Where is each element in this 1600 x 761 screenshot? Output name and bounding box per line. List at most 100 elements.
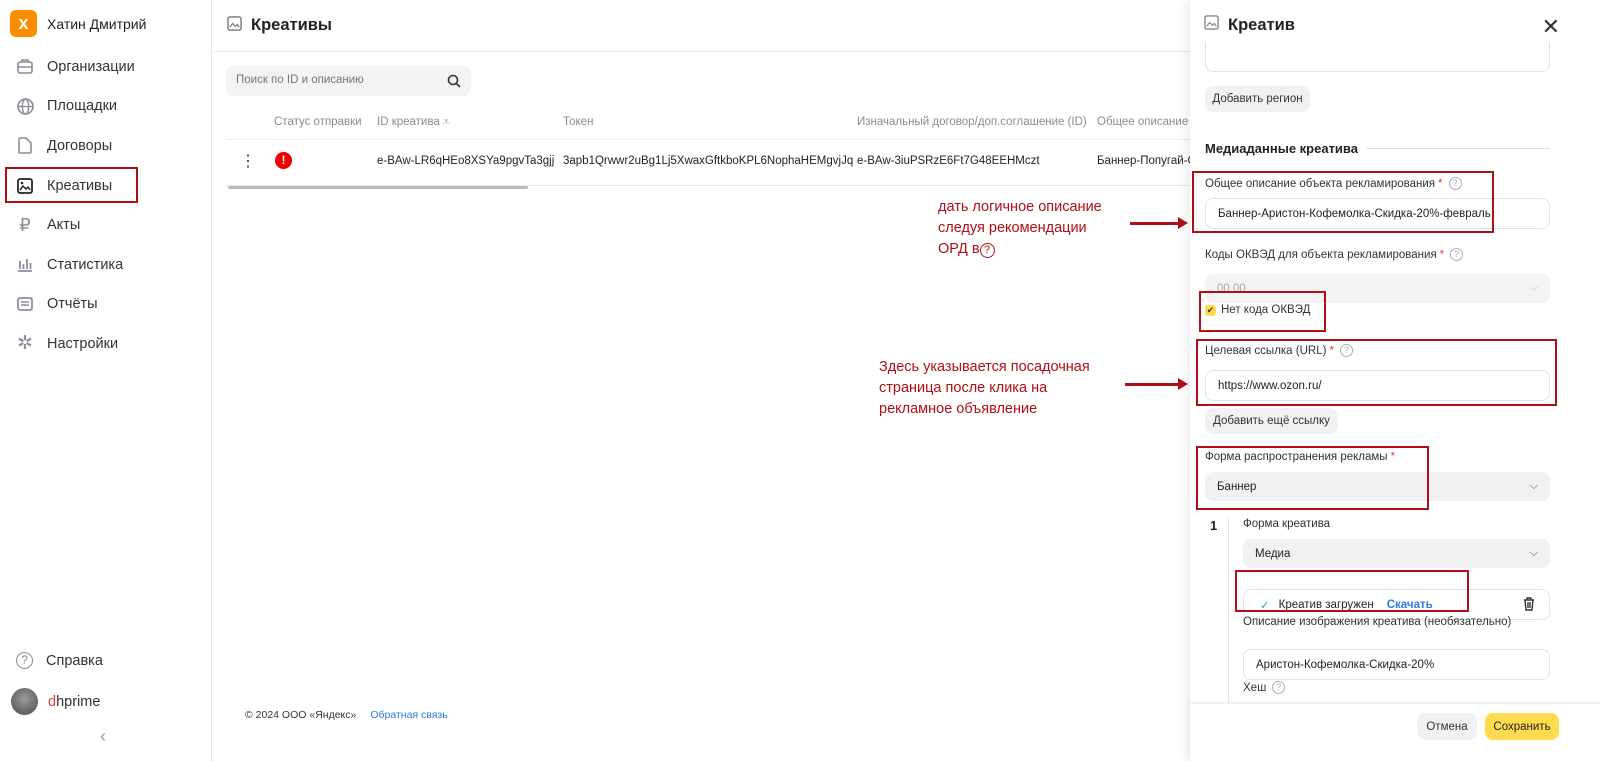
briefcase-icon [16,58,34,76]
creative-form-label: Форма креатива [1243,518,1331,530]
help-icon: ? [16,652,33,669]
page-title: Креативы [251,16,332,34]
column-description[interactable]: Общее описание о [1097,116,1190,128]
trash-icon[interactable] [1523,597,1535,614]
panel-header: Креатив [1204,15,1295,35]
cell-contract: e-BAw-3iuPSRzE6Ft7G48EEHMczt [857,155,1040,167]
annotation-note-url: Здесь указывается посадочная страница пос… [879,357,1090,420]
column-id[interactable]: ID креатива ⩡ [377,116,449,129]
chevron-down-icon: ⌵ [1529,547,1538,559]
chevron-down-icon: ⌵ [1529,282,1538,294]
label-text: Хеш [1243,681,1267,694]
column-contract[interactable]: Изначальный договор/доп.соглашение (ID) [857,116,1087,128]
sidebar-item-statistics[interactable]: Статистика [0,245,211,285]
note-line: страница после клика на [879,380,1048,396]
item-number: 1 [1210,518,1218,533]
collapse-sidebar-icon[interactable]: ‹ [100,726,106,747]
search-icon [447,74,461,88]
creative-panel: Креатив ✕ Добавить регион Медиаданные кр… [1190,0,1600,761]
note-line: рекламное объявление [879,401,1038,417]
column-token[interactable]: Токен [563,116,593,128]
bar-chart-icon [16,256,34,274]
document-icon [16,137,34,155]
help-link[interactable]: ? Справка [16,652,103,669]
horizontal-scrollbar[interactable] [228,186,528,189]
panel-title: Креатив [1228,15,1295,34]
add-region-button[interactable]: Добавить регион [1205,86,1310,112]
section-title: Медиаданные креатива [1205,141,1358,156]
required-mark: * [1439,248,1445,261]
ruble-icon: ₽ [19,214,31,235]
help-label: Справка [46,652,103,669]
sidebar-item-reports[interactable]: Отчёты [0,285,211,325]
image-icon [1204,15,1219,35]
column-status[interactable]: Статус отправки [274,116,362,128]
chevron-down-icon: ⌵ [1529,480,1538,492]
hash-label: Хеш? [1243,681,1286,694]
panel-footer: Отмена Сохранить [1190,703,1600,761]
cell-id: e-BAw-LR6qHEo8XSYa9pgvTa3gjj [377,155,555,167]
annotation-highlight [1192,171,1494,233]
gear-icon: ✲ [17,333,33,355]
search-input[interactable]: Поиск по ID и описанию [226,66,471,96]
sidebar-item-label: Статистика [47,256,124,273]
org-switcher[interactable]: x Хатин Дмитрий [10,10,146,37]
sidebar-item-acts[interactable]: ₽ Акты [0,205,211,245]
row-menu-icon[interactable]: ⋮ [240,151,256,171]
cancel-button[interactable]: Отмена [1417,713,1477,740]
error-status-icon: ! [275,152,292,169]
column-id-label: ID креатива [377,116,440,128]
divider [1365,148,1550,149]
sidebar-item-label: Отчёты [47,296,98,313]
select-value: Медиа [1255,547,1291,560]
sidebar-item-label: Площадки [47,98,118,115]
help-icon: ? [979,243,995,258]
sidebar-nav: Организации Площадки Договоры Креативы ₽… [0,47,211,364]
org-logo: x [10,10,37,37]
note-line: дать логичное описание [938,199,1102,215]
feedback-link[interactable]: Обратная связь [370,709,447,721]
sidebar-item-label: Договоры [47,137,113,154]
help-icon[interactable]: ? [1450,248,1464,261]
add-link-button[interactable]: Добавить ещё ссылку [1205,408,1338,434]
annotation-highlight [1196,446,1429,510]
image-icon [227,15,242,36]
avatar [11,688,38,715]
sidebar-item-settings[interactable]: ✲ Настройки [0,324,211,364]
page-header: Креативы [212,0,1190,52]
divider [1228,518,1229,708]
sidebar-item-label: Настройки [47,335,119,352]
cell-description: Баннер-Попугай-Ск [1097,155,1190,167]
cell-token: 3apb1Qrwwr2uBg1Lj5XwaxGftkboKPL6NophaHEM… [563,155,854,167]
note-line: Здесь указывается посадочная [879,359,1090,375]
user-profile[interactable]: d hprime [11,688,100,715]
creative-form-select[interactable]: Медиа ⌵ [1243,539,1550,568]
sidebar-item-label: Акты [47,217,81,234]
save-button[interactable]: Сохранить [1485,713,1559,740]
section-header: Медиаданные креатива [1205,141,1550,156]
annotation-highlight-creatives [5,167,138,203]
help-icon[interactable]: ? [1272,681,1286,694]
footer: © 2024 ООО «Яндекс» Обратная связь [245,709,448,721]
label-text: Коды ОКВЭД для объекта рекламирования [1205,248,1437,261]
copyright: © 2024 ООО «Яндекс» [245,709,357,721]
note-line: ОРД в [938,241,980,257]
sidebar-item-organizations[interactable]: Организации [0,47,211,87]
sidebar-item-label: Организации [47,58,135,75]
sidebar-item-contracts[interactable]: Договоры [0,126,211,166]
annotation-arrow [1125,378,1188,390]
annotation-arrow [1130,217,1188,229]
close-icon[interactable]: ✕ [1542,14,1560,40]
user-name-rest: hprime [56,693,101,710]
org-name: Хатин Дмитрий [47,15,147,32]
annotation-note-description: дать логичное описание следуя рекомендаци… [938,197,1102,260]
sort-icon: ⩡ [442,116,450,128]
sidebar-item-platforms[interactable]: Площадки [0,87,211,127]
img-desc-input[interactable]: Аристон-Кофемолка-Скидка-20% [1243,649,1550,680]
note-line: следуя рекомендации [938,220,1087,236]
sidebar: x Хатин Дмитрий Организации Площадки Дог… [0,0,212,761]
user-name-first: d [48,693,57,710]
img-desc-label: Описание изображения креатива (необязате… [1243,616,1512,628]
region-input[interactable] [1205,42,1550,72]
report-icon [16,295,34,313]
